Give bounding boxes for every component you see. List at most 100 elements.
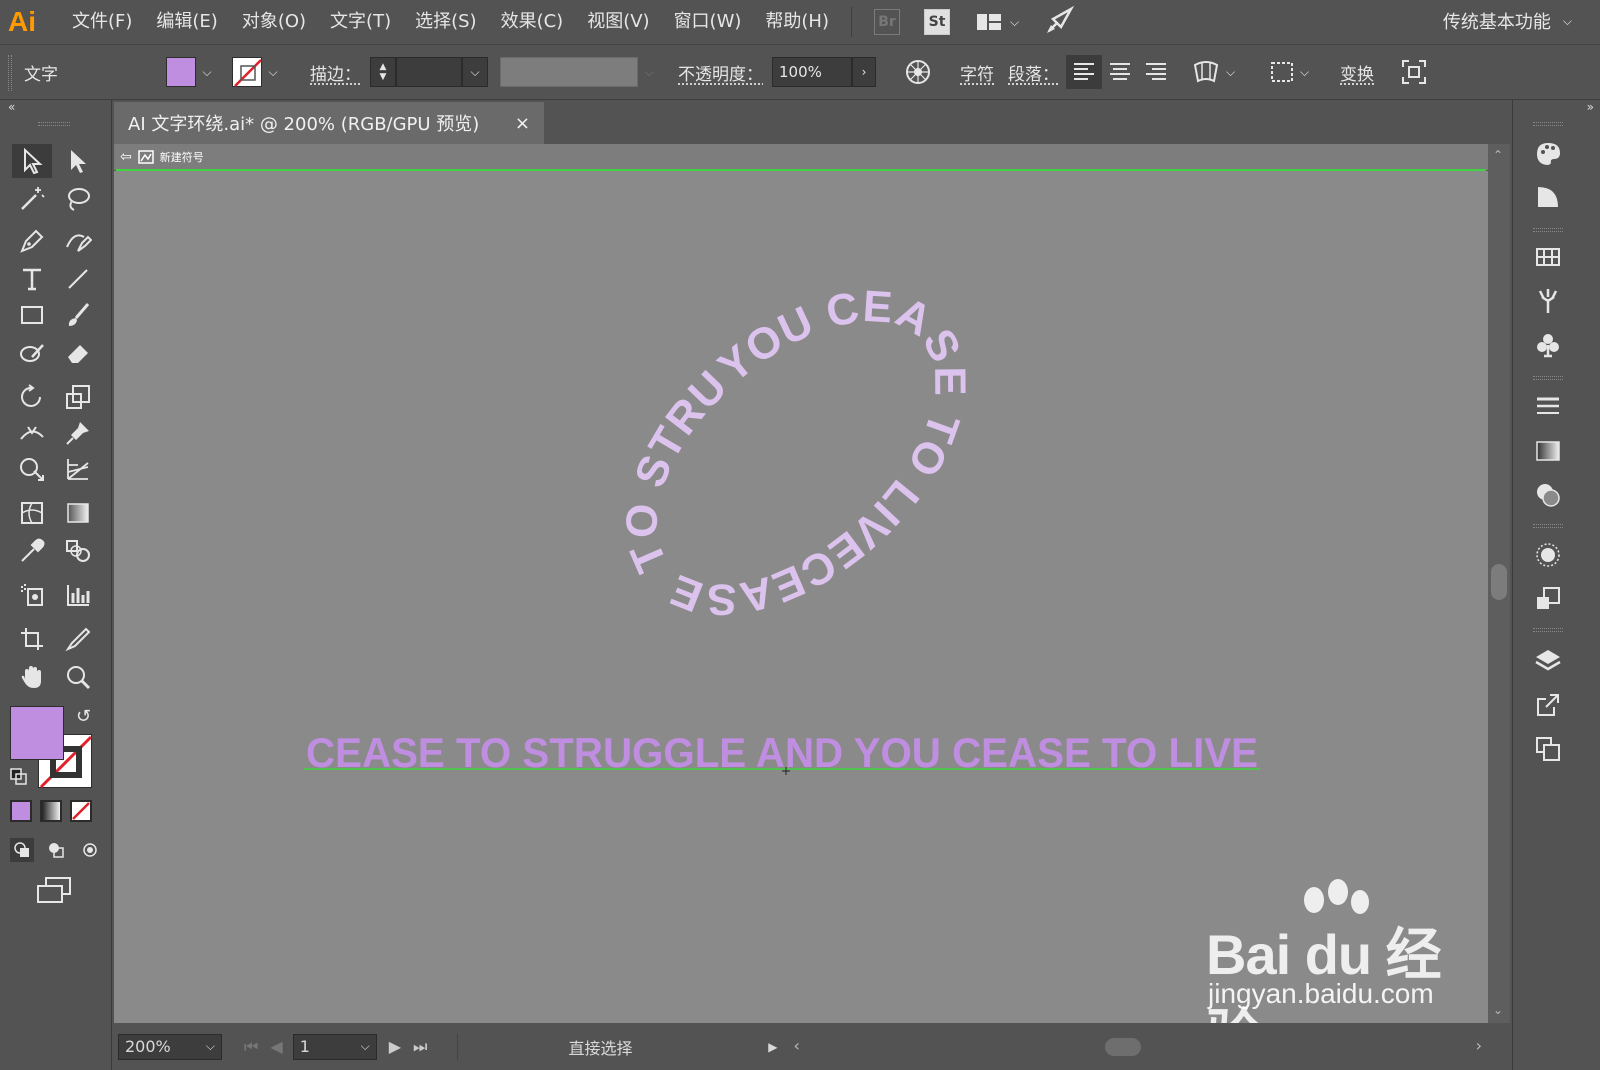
close-icon[interactable]: × bbox=[515, 113, 530, 134]
collapse-panel-icon[interactable]: « bbox=[8, 100, 15, 114]
circular-text[interactable]: YOU CEASE TO LIVECEASE TO STRUGGLE AN bbox=[554, 216, 1038, 689]
fill-swatch[interactable] bbox=[166, 57, 196, 87]
stepper-up-icon[interactable]: ▲ bbox=[380, 62, 387, 72]
hand-tool[interactable] bbox=[12, 660, 52, 694]
menu-item[interactable]: 帮助(H) bbox=[753, 0, 841, 44]
chevron-down-icon[interactable]: ⌵ bbox=[196, 57, 218, 87]
chevron-down-icon[interactable]: ⌵ bbox=[462, 57, 488, 87]
draw-behind-button[interactable] bbox=[44, 838, 68, 862]
puppet-warp-tool[interactable] bbox=[58, 416, 98, 450]
chevron-down-icon[interactable]: ⌵ bbox=[638, 57, 660, 87]
blend-tool[interactable] bbox=[58, 534, 98, 568]
stroke-panel-button[interactable] bbox=[1531, 390, 1565, 424]
symbol-breadcrumb-label[interactable]: 新建符号 bbox=[160, 149, 204, 165]
zoom-control[interactable]: 200% ⌵ bbox=[118, 1033, 222, 1060]
horizontal-scrollbar[interactable]: ‹ › bbox=[789, 1034, 1510, 1060]
asset-export-panel-button[interactable] bbox=[1531, 688, 1565, 722]
artboard-number[interactable]: 1 bbox=[300, 1037, 361, 1056]
color-guide-panel-button[interactable] bbox=[1531, 180, 1565, 214]
stroke-color-control[interactable]: ⌵ bbox=[232, 57, 284, 87]
draw-normal-button[interactable] bbox=[10, 838, 34, 862]
fill-color-swatch[interactable] bbox=[10, 706, 64, 760]
align-right-button[interactable] bbox=[1138, 55, 1174, 89]
lasso-tool[interactable] bbox=[58, 182, 98, 216]
gradient-tool[interactable] bbox=[58, 496, 98, 530]
symbols-panel-button[interactable] bbox=[1531, 328, 1565, 362]
vertical-scrollbar[interactable]: ⌃ ⌄ bbox=[1488, 144, 1510, 1023]
artboard-tool[interactable] bbox=[12, 622, 52, 656]
paragraph-panel-link[interactable]: 段落： bbox=[1008, 57, 1059, 87]
swap-fill-stroke-icon[interactable]: ↺ bbox=[76, 706, 91, 727]
swatches-panel-button[interactable] bbox=[1531, 240, 1565, 274]
type-tool[interactable] bbox=[12, 262, 52, 296]
artboard-number-control[interactable]: 1 ⌵ bbox=[292, 1033, 377, 1060]
artboard-canvas[interactable]: YOU CEASE TO LIVECEASE TO STRUGGLE AN CE… bbox=[114, 171, 1488, 1023]
stroke-none-swatch[interactable] bbox=[232, 57, 262, 87]
color-mode-button[interactable] bbox=[10, 800, 32, 822]
stroke-weight-input[interactable] bbox=[396, 57, 462, 87]
color-panel-button[interactable] bbox=[1531, 136, 1565, 170]
opacity-label[interactable]: 不透明度： bbox=[678, 57, 763, 87]
scroll-left-icon[interactable]: ‹ bbox=[793, 1036, 799, 1055]
zoom-level[interactable]: 200% bbox=[125, 1037, 206, 1056]
gpu-performance-button[interactable] bbox=[1045, 5, 1075, 39]
eraser-tool[interactable] bbox=[58, 336, 98, 370]
stepper-down-icon[interactable]: ▼ bbox=[380, 72, 387, 82]
menu-item[interactable]: 文字(T) bbox=[318, 0, 403, 44]
menu-item[interactable]: 效果(C) bbox=[489, 0, 576, 44]
menu-item[interactable]: 选择(S) bbox=[403, 0, 488, 44]
variable-width-profile[interactable]: ⌵ bbox=[500, 57, 660, 87]
none-mode-button[interactable] bbox=[70, 800, 92, 822]
document-tab[interactable]: AI 文字环绕.ai* @ 200% (RGB/GPU 预览) × bbox=[114, 102, 544, 144]
menu-item[interactable]: 编辑(E) bbox=[144, 0, 229, 44]
layers-panel-button[interactable] bbox=[1531, 644, 1565, 678]
default-colors-icon[interactable] bbox=[10, 768, 28, 786]
isolate-button[interactable] bbox=[1400, 57, 1428, 87]
gradient-mode-button[interactable] bbox=[40, 800, 62, 822]
stroke-weight-stepper[interactable]: ▲ ▼ ⌵ bbox=[370, 57, 488, 87]
brushes-panel-button[interactable] bbox=[1531, 284, 1565, 318]
expand-panels-icon[interactable]: » bbox=[1587, 100, 1594, 114]
opacity-control[interactable]: 100% › bbox=[772, 57, 876, 87]
chevron-right-icon[interactable]: ▶ bbox=[768, 1040, 777, 1054]
stock-button[interactable]: St bbox=[924, 9, 950, 35]
appearance-panel-button[interactable] bbox=[1531, 538, 1565, 572]
rectangle-tool[interactable] bbox=[12, 298, 52, 332]
artboards-panel-button[interactable] bbox=[1531, 732, 1565, 766]
envelope-warp-button[interactable]: ⌵ bbox=[1192, 57, 1235, 87]
direct-selection-tool[interactable] bbox=[58, 144, 98, 178]
selection-tool[interactable] bbox=[12, 144, 52, 178]
last-artboard-icon[interactable]: ⏭ bbox=[413, 1037, 427, 1057]
next-artboard-icon[interactable]: ▶ bbox=[389, 1037, 401, 1056]
menu-item[interactable]: 对象(O) bbox=[230, 0, 318, 44]
mesh-tool[interactable] bbox=[12, 496, 52, 530]
back-arrow-icon[interactable]: ⇦ bbox=[120, 149, 132, 165]
shaper-tool[interactable] bbox=[12, 336, 52, 370]
arrange-documents-button[interactable]: ⌵ bbox=[976, 12, 1019, 32]
slice-tool[interactable] bbox=[58, 622, 98, 656]
gradient-panel-button[interactable] bbox=[1531, 434, 1565, 468]
width-tool[interactable] bbox=[12, 416, 52, 450]
workspace-switcher[interactable]: 传统基本功能 ⌵ bbox=[1443, 8, 1572, 34]
circular-text-group[interactable]: YOU CEASE TO LIVECEASE TO STRUGGLE AN bbox=[554, 216, 1038, 689]
draw-inside-button[interactable] bbox=[78, 838, 102, 862]
curvature-tool[interactable] bbox=[58, 224, 98, 258]
bridge-button[interactable]: Br bbox=[874, 9, 900, 35]
paintbrush-tool[interactable] bbox=[58, 298, 98, 332]
line-segment-tool[interactable] bbox=[58, 262, 98, 296]
pen-tool[interactable] bbox=[12, 224, 52, 258]
scale-tool[interactable] bbox=[58, 380, 98, 414]
align-left-button[interactable] bbox=[1066, 55, 1102, 89]
symbol-sprayer-tool[interactable] bbox=[12, 578, 52, 612]
column-graph-tool[interactable] bbox=[58, 578, 98, 612]
rotate-tool[interactable] bbox=[12, 380, 52, 414]
first-artboard-icon[interactable]: ⏮ bbox=[244, 1037, 258, 1057]
scrollbar-thumb[interactable] bbox=[1491, 564, 1507, 600]
zoom-tool[interactable] bbox=[58, 660, 98, 694]
menu-item[interactable]: 文件(F) bbox=[60, 0, 144, 44]
scroll-right-icon[interactable]: › bbox=[1476, 1036, 1482, 1055]
graphic-styles-panel-button[interactable] bbox=[1531, 582, 1565, 616]
chevron-right-icon[interactable]: › bbox=[852, 57, 876, 87]
recolor-artwork-button[interactable] bbox=[904, 57, 932, 87]
transform-panel-link[interactable]: 变换 bbox=[1340, 57, 1374, 87]
